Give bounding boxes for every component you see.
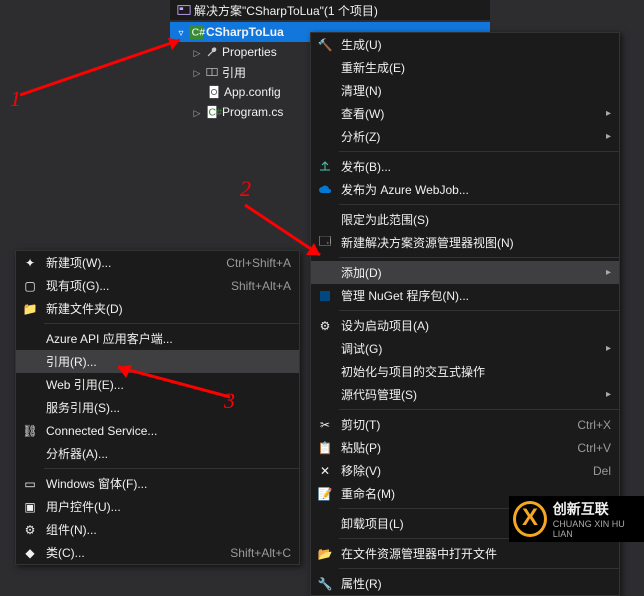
annotation-number-3: 3 xyxy=(224,388,235,414)
paste-icon: 📋 xyxy=(315,439,335,457)
menu-debug[interactable]: 调试(G) xyxy=(311,337,619,360)
wrench-icon: 🔧 xyxy=(315,575,335,593)
separator xyxy=(339,204,619,205)
menu-clean[interactable]: 清理(N) xyxy=(311,79,619,102)
component-icon: ⚙ xyxy=(20,521,40,539)
submenu-existing[interactable]: ▢现有项(G)...Shift+Alt+A xyxy=(16,274,299,297)
menu-cut[interactable]: ✂剪切(T)Ctrl+X xyxy=(311,413,619,436)
submenu-connected[interactable]: ⛓Connected Service... xyxy=(16,419,299,442)
logo-icon xyxy=(513,501,547,537)
separator xyxy=(339,409,619,410)
submenu-analyzer[interactable]: 分析器(A)... xyxy=(16,442,299,465)
menu-add[interactable]: 添加(D) xyxy=(311,261,619,284)
solution-title-row[interactable]: 解决方案"CSharpToLua"(1 个项目) xyxy=(170,0,490,20)
rename-icon: 📝 xyxy=(315,485,335,503)
menu-view[interactable]: 查看(W) xyxy=(311,102,619,125)
menu-remove[interactable]: ✕移除(V)Del xyxy=(311,459,619,482)
references-label: 引用 xyxy=(222,64,246,81)
menu-nuget[interactable]: 管理 NuGet 程序包(N)... xyxy=(311,284,619,307)
existing-icon: ▢ xyxy=(20,277,40,295)
menu-interactive[interactable]: 初始化与项目的交互式操作 xyxy=(311,360,619,383)
separator xyxy=(339,257,619,258)
menu-rebuild[interactable]: 重新生成(E) xyxy=(311,56,619,79)
menu-startup[interactable]: ⚙设为启动项目(A) xyxy=(311,314,619,337)
programcs-label: Program.cs xyxy=(222,105,283,119)
annotation-number-1: 1 xyxy=(10,86,21,112)
nuget-icon xyxy=(315,287,335,305)
submenu-winforms[interactable]: ▭Windows 窗体(F)... xyxy=(16,472,299,495)
separator xyxy=(339,310,619,311)
form-icon: ▭ xyxy=(20,475,40,493)
chevron-right-icon[interactable] xyxy=(192,45,202,59)
newfolder-icon: 📁 xyxy=(20,300,40,318)
menu-newview[interactable]: 🗔新建解决方案资源管理器视图(N) xyxy=(311,231,619,254)
cloud-icon xyxy=(315,181,335,199)
class-icon: ◆ xyxy=(20,544,40,562)
add-submenu: ✦新建项(W)...Ctrl+Shift+A ▢现有项(G)...Shift+A… xyxy=(15,250,300,565)
menu-explorer[interactable]: 📂在文件资源管理器中打开文件 xyxy=(311,542,619,565)
hammer-icon: 🔨 xyxy=(315,36,335,54)
menu-paste: 📋粘贴(P)Ctrl+V xyxy=(311,436,619,459)
menu-build[interactable]: 🔨生成(U) xyxy=(311,33,619,56)
svg-text:C#: C# xyxy=(209,107,223,119)
connected-icon: ⛓ xyxy=(20,422,40,440)
chevron-right-icon[interactable] xyxy=(192,105,202,119)
submenu-serviceref[interactable]: 服务引用(S)... xyxy=(16,396,299,419)
project-name: CSharpToLua xyxy=(206,25,284,39)
appconfig-label: App.config xyxy=(224,85,281,99)
menu-azure-webjob[interactable]: 发布为 Azure WebJob... xyxy=(311,178,619,201)
submenu-webref: Web 引用(E)... xyxy=(16,373,299,396)
submenu-newitem[interactable]: ✦新建项(W)...Ctrl+Shift+A xyxy=(16,251,299,274)
submenu-component[interactable]: ⚙组件(N)... xyxy=(16,518,299,541)
folder-open-icon: 📂 xyxy=(315,545,335,563)
submenu-azureapi[interactable]: Azure API 应用客户端... xyxy=(16,327,299,350)
chevron-right-icon[interactable] xyxy=(192,65,202,79)
menu-properties[interactable]: 🔧属性(R) xyxy=(311,572,619,595)
logo-subtext: CHUANG XIN HU LIAN xyxy=(553,519,640,539)
solution-title: 解决方案"CSharpToLua"(1 个项目) xyxy=(194,2,378,19)
menu-source[interactable]: 源代码管理(S) xyxy=(311,383,619,406)
separator xyxy=(44,468,299,469)
references-icon xyxy=(205,65,219,79)
csharp-project-icon: C# xyxy=(189,25,203,39)
annotation-arrow-1 xyxy=(10,30,190,100)
config-file-icon xyxy=(207,85,221,99)
solution-icon xyxy=(177,3,191,17)
menu-publish[interactable]: 发布(B)... xyxy=(311,155,619,178)
submenu-usercontrol[interactable]: ▣用户控件(U)... xyxy=(16,495,299,518)
publish-icon xyxy=(315,158,335,176)
cut-icon: ✂ xyxy=(315,416,335,434)
annotation-number-2: 2 xyxy=(240,176,251,202)
submenu-newfolder[interactable]: 📁新建文件夹(D) xyxy=(16,297,299,320)
separator xyxy=(339,151,619,152)
newview-icon: 🗔 xyxy=(315,234,335,252)
watermark-logo: 创新互联 CHUANG XIN HU LIAN xyxy=(509,496,644,542)
csharp-file-icon: C# xyxy=(205,105,219,119)
menu-analyze[interactable]: 分析(Z) xyxy=(311,125,619,148)
chevron-down-icon[interactable] xyxy=(176,25,186,39)
wrench-icon xyxy=(205,45,219,59)
usercontrol-icon: ▣ xyxy=(20,498,40,516)
newitem-icon: ✦ xyxy=(20,254,40,272)
submenu-class[interactable]: ◆类(C)...Shift+Alt+C xyxy=(16,541,299,564)
remove-icon: ✕ xyxy=(315,462,335,480)
logo-text: 创新互联 xyxy=(553,499,640,519)
submenu-reference[interactable]: 引用(R)... xyxy=(16,350,299,373)
gear-icon: ⚙ xyxy=(315,317,335,335)
menu-scope[interactable]: 限定为此范围(S) xyxy=(311,208,619,231)
separator xyxy=(44,323,299,324)
properties-label: Properties xyxy=(222,45,277,59)
svg-text:C#: C# xyxy=(192,27,206,39)
separator xyxy=(339,568,619,569)
